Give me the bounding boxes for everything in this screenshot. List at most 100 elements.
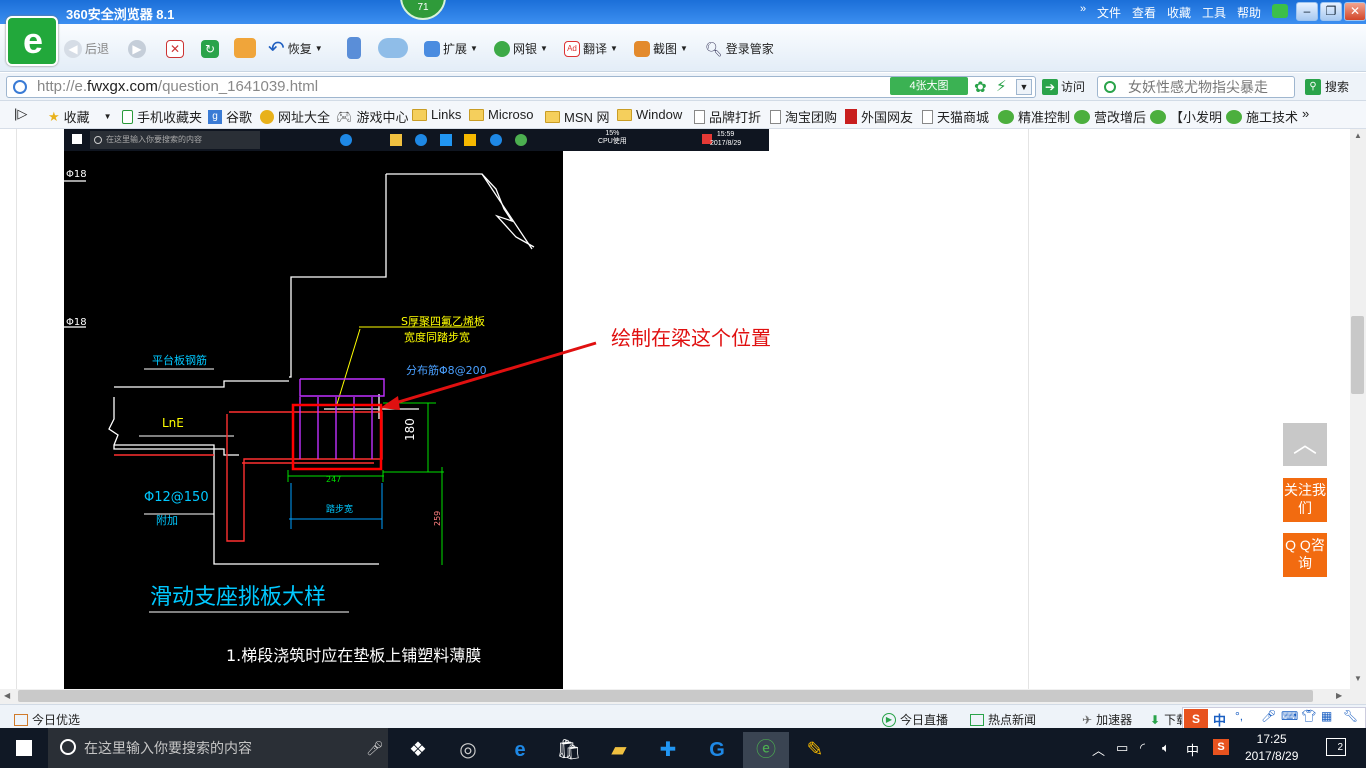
chevron-right-icon[interactable]: » [1080, 3, 1086, 15]
taskbar-clock[interactable]: 17:25 2017/8/29 [1245, 731, 1298, 765]
scroll-up-icon[interactable]: ▲ [1354, 131, 1362, 140]
browser-logo-icon[interactable]: e [6, 16, 58, 66]
fav-collect[interactable]: ★ 收藏 ▼ [48, 107, 112, 126]
taskbar-search-input[interactable]: 在这里输入你要搜索的内容 🎤︎ [48, 728, 388, 768]
accelerator-label: 加速器 [1096, 713, 1133, 727]
today-live-button[interactable]: ▶ 今日直播 [882, 711, 948, 728]
home-icon[interactable] [234, 38, 256, 58]
scroll-left-icon[interactable]: ◀ [4, 691, 10, 700]
dropdown-icon: ▼ [470, 44, 478, 53]
extend-button[interactable]: 扩展 ▼ [424, 38, 478, 60]
title-bar: 360安全浏览器 8.1 文件 查看 收藏 工具 帮助 » – ❐ ✕ [0, 0, 1366, 24]
scroll-down-icon[interactable]: ▼ [1354, 674, 1362, 683]
visit-button[interactable]: ➔ 访问 [1042, 78, 1085, 95]
fav-item[interactable]: Links [412, 107, 461, 122]
vertical-scrollbar[interactable]: ▲ ▼ [1350, 129, 1366, 689]
app-plus-icon[interactable]: ✚ [645, 732, 691, 768]
qq-consult-button[interactable]: Q Q咨询 [1283, 533, 1327, 577]
wifi-icon[interactable]: ◜ [1140, 740, 1145, 756]
file-explorer-icon[interactable]: ▰ [596, 732, 642, 768]
accelerator-button[interactable]: ✈ 加速器 [1082, 711, 1132, 728]
skin-icon[interactable] [1272, 4, 1288, 18]
chevron-up-icon[interactable]: ︿ [1092, 740, 1105, 759]
maximize-button[interactable]: ❐ [1320, 2, 1342, 21]
sidebar-toggle-icon[interactable]: |▷ [14, 106, 27, 122]
scroll-right-icon[interactable]: ▶ [1336, 691, 1342, 700]
app-g-icon[interactable]: G [694, 732, 740, 768]
screenshot-label: 截图 [653, 42, 678, 56]
fav-item[interactable]: Microso [469, 107, 534, 122]
browser-360-icon[interactable]: ⓔ [743, 732, 789, 768]
hot-news-button[interactable]: 热点新闻 [970, 711, 1036, 728]
grid-icon: ▦ [1321, 709, 1333, 723]
chevron-right-icon[interactable]: » [1302, 106, 1309, 121]
fav-label: 淘宝团购 [785, 110, 838, 125]
minimize-button[interactable]: – [1296, 2, 1318, 21]
fav-item[interactable]: MSN 网 [545, 107, 610, 126]
url-input[interactable]: http://e.fwxgx.com/question_1641039.html [6, 76, 1036, 98]
fav-item[interactable]: g 谷歌 [208, 107, 252, 126]
lightning-icon[interactable]: ⚡ [996, 77, 1007, 95]
speed-icon[interactable]: ✿ [974, 78, 987, 96]
undo-icon: ↶ [268, 38, 285, 60]
screenshot-button[interactable]: 截图 ▼ [634, 38, 688, 60]
fav-item[interactable]: 精准控制 [998, 107, 1070, 126]
ime-indicator[interactable]: 中 [1186, 740, 1199, 759]
ime-toolbar[interactable]: S 中 °, 🎤︎ ⌨ 👕︎ ▦ 🔧︎ [1182, 707, 1366, 729]
menu-tools[interactable]: 工具 [1202, 4, 1226, 21]
follow-us-button[interactable]: 关注我们 [1283, 478, 1327, 522]
download-icon: ⬇ [1150, 712, 1161, 727]
fav-item[interactable]: 施工技术 [1226, 107, 1298, 126]
close-button[interactable]: ✕ [1344, 2, 1366, 21]
fav-item[interactable]: 外国网友 [845, 107, 913, 126]
horizontal-scroll-thumb[interactable] [18, 690, 1313, 702]
bank-button[interactable]: 网银 ▼ [494, 38, 548, 60]
fav-item[interactable]: 天猫商城 [922, 107, 989, 126]
wechat-icon [1074, 109, 1090, 124]
stop-icon[interactable]: ✕ [166, 40, 184, 58]
restore-button[interactable]: ↶ 恢复 ▼ [268, 38, 323, 60]
back-to-top-button[interactable]: ︿ [1283, 423, 1327, 466]
cloud-icon[interactable] [378, 38, 408, 58]
forward-icon[interactable]: ▶ [128, 40, 146, 58]
ime-mode-label: 中 [1213, 713, 1227, 728]
menu-favorites[interactable]: 收藏 [1167, 4, 1191, 21]
translate-button[interactable]: Ad 翻译 ▼ [564, 38, 618, 60]
fav-item[interactable]: 淘宝团购 [770, 107, 837, 126]
battery-icon[interactable]: ▭ [1116, 740, 1128, 756]
phone-icon[interactable] [347, 37, 361, 59]
app-swirl-icon[interactable]: ◎ [445, 732, 491, 768]
sogou-tray-icon[interactable]: S [1213, 739, 1229, 755]
menu-view[interactable]: 查看 [1132, 4, 1156, 21]
fav-item[interactable]: 【小发明 [1150, 107, 1222, 126]
login-manager-button[interactable]: 🔍︎ 登录管家 [705, 38, 774, 60]
vertical-scroll-thumb[interactable] [1351, 316, 1364, 394]
folder-icon [545, 110, 560, 123]
menu-file[interactable]: 文件 [1097, 4, 1121, 21]
back-button[interactable]: ◀ 后退 [64, 38, 109, 60]
fav-item[interactable]: 品牌打折 [694, 107, 761, 126]
big-picture-button[interactable]: 4张大图 [890, 77, 968, 95]
menu-help[interactable]: 帮助 [1237, 4, 1261, 21]
fav-item[interactable]: 网址大全 [260, 107, 330, 126]
fav-item[interactable]: Window [617, 107, 682, 122]
store-icon[interactable]: 🛍︎ [546, 732, 592, 768]
folder-icon [412, 108, 427, 121]
edge-icon[interactable]: e [497, 732, 543, 768]
bookmark-icon [845, 109, 857, 124]
folder-icon [617, 108, 632, 121]
refresh-icon[interactable]: ↻ [201, 40, 219, 58]
volume-icon[interactable]: 🔈︎ [1162, 740, 1170, 756]
extension-icon [424, 41, 440, 57]
fav-item[interactable]: 手机收藏夹 [122, 107, 202, 126]
dropdown-icon[interactable]: ▼ [1016, 79, 1032, 95]
search-button[interactable]: ⚲ 搜索 [1305, 78, 1349, 95]
fav-item[interactable]: 🎮︎ 游戏中心 [336, 107, 409, 126]
task-view-icon[interactable]: ❖ [395, 732, 441, 768]
fav-item[interactable]: 营改增后 [1074, 107, 1146, 126]
windows-start-icon[interactable] [16, 740, 32, 756]
notes-icon[interactable]: ✎ [792, 732, 838, 768]
today-picks-button[interactable]: 今日优选 [14, 711, 80, 728]
notification-icon[interactable]: 2 [1326, 738, 1346, 756]
search-input[interactable]: 女妖性感尤物指尖暴走 [1097, 76, 1295, 98]
